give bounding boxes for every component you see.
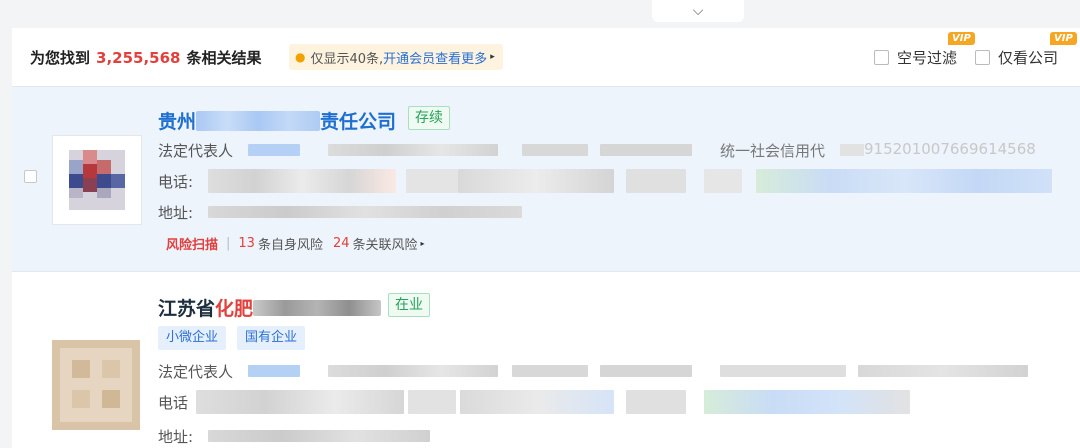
caret-right-icon: ▸ — [490, 52, 495, 62]
company-name-prefix: 贵州 — [158, 111, 197, 133]
company-only-checkbox[interactable] — [975, 50, 990, 65]
tag-state-owned: 国有企业 — [237, 326, 306, 350]
company-name[interactable]: 贵州 责任公司 — [158, 107, 396, 134]
company-logo — [52, 135, 142, 225]
company-only-filter-label: 仅看公司 — [998, 49, 1059, 67]
chevron-down-icon: ⌵ — [692, 3, 704, 19]
found-suffix: 条相关结果 — [186, 49, 262, 67]
collapse-toggle[interactable]: ⌵ — [652, 0, 744, 22]
result-count: 3,255,568 — [96, 48, 181, 67]
legal-rep-label: 法定代表人 — [158, 142, 234, 160]
redacted-name-block — [253, 299, 382, 316]
risk-scan[interactable]: 风险扫描 | 13 条自身风险 24 条关联风险 ▸ — [166, 234, 425, 253]
row-select-checkbox[interactable] — [24, 170, 37, 183]
related-risk-count: 24 — [332, 236, 350, 251]
empty-phone-checkbox[interactable] — [874, 50, 889, 65]
caret-right-icon: ▸ — [420, 239, 425, 248]
results-header: 为您找到 3,255,568 条相关结果 ● 仅显示40条, 开通会员查看更多 … — [12, 28, 1080, 86]
risk-scan-title: 风险扫描 — [166, 238, 219, 253]
phone-label: 电话: — [158, 173, 194, 191]
address-label: 地址: — [158, 428, 194, 446]
search-results-panel: 为您找到 3,255,568 条相关结果 ● 仅显示40条, 开通会员查看更多 … — [12, 28, 1080, 448]
empty-phone-filter[interactable]: 空号过滤 — [874, 47, 957, 68]
status-badge: 存续 — [408, 106, 450, 130]
empty-phone-filter-label: 空号过滤 — [897, 49, 958, 67]
upgrade-link[interactable]: 开通会员查看更多 — [383, 48, 487, 67]
company-name-suffix: 责任公司 — [320, 111, 397, 133]
notice-text: 仅显示40条, — [310, 51, 384, 67]
company-name-prefix: 江苏省 — [158, 298, 216, 320]
company-name-highlight: 化肥 — [215, 298, 254, 320]
credit-code-value: 915201007669614568 — [864, 140, 1036, 158]
company-name[interactable]: 江苏省 化肥 — [158, 294, 382, 321]
company-logo — [52, 340, 140, 430]
self-risk-label: 条自身风险 — [257, 238, 323, 253]
self-risk-count: 13 — [238, 236, 255, 251]
redacted-name-block — [196, 110, 321, 131]
legal-rep-label: 法定代表人 — [158, 363, 234, 381]
bell-icon: ● — [295, 50, 306, 64]
result-row[interactable]: 贵州 责任公司 存续 法定代表人 统一社会信用代 915201007669614… — [12, 86, 1080, 272]
vip-badge: VIP — [948, 32, 975, 45]
status-badge: 在业 — [388, 293, 430, 317]
phone-label: 电话 — [158, 394, 189, 412]
credit-code-label: 统一社会信用代 — [720, 142, 826, 160]
found-prefix: 为您找到 — [30, 49, 91, 67]
membership-notice[interactable]: ● 仅显示40条, 开通会员查看更多 ▸ — [289, 44, 503, 70]
tag-small-micro: 小微企业 — [158, 326, 227, 350]
related-risk-label: 条关联风险 — [352, 238, 418, 253]
result-count-summary: 为您找到 3,255,568 条相关结果 — [30, 47, 262, 68]
vip-badge: VIP — [1050, 32, 1077, 45]
company-only-filter[interactable]: 仅看公司 — [975, 47, 1058, 68]
result-row[interactable]: 江苏省 化肥 在业 小微企业 国有企业 法定代表人 电话 地址: — [12, 272, 1080, 448]
address-label: 地址: — [158, 204, 194, 222]
